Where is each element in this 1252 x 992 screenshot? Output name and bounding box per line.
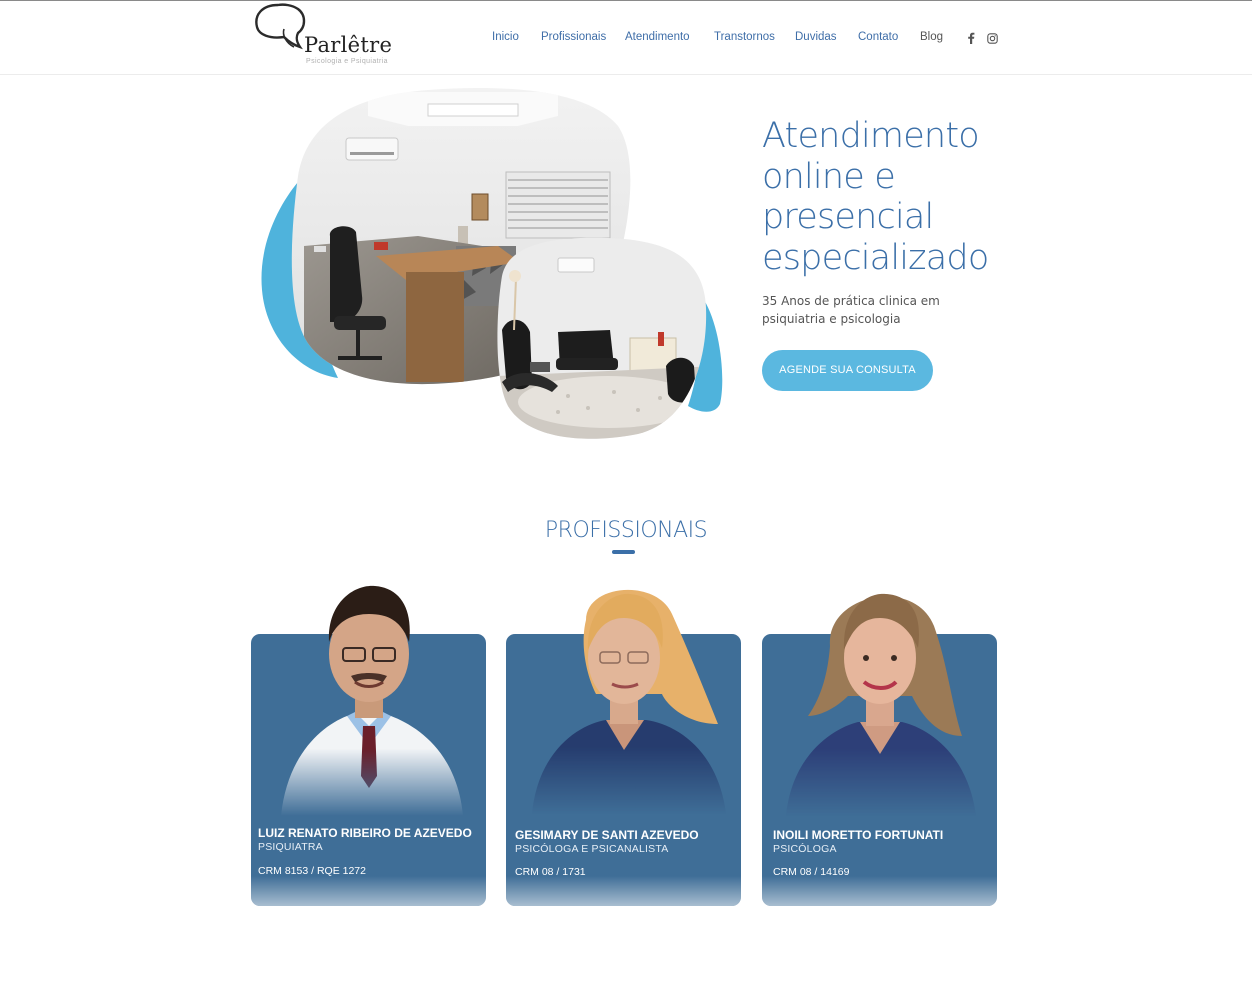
nav-item-profissionais[interactable]: Profissionais xyxy=(541,31,606,43)
portrait-inoili xyxy=(786,593,976,816)
professional-role: PSICÓLOGA xyxy=(773,843,837,855)
facebook-icon[interactable] xyxy=(964,31,978,45)
professional-role: PSIQUIATRA xyxy=(258,841,323,853)
card-bottom-fade xyxy=(762,876,997,906)
nav-item-blog[interactable]: Blog xyxy=(920,31,943,43)
nav-item-transtornos[interactable]: Transtornos xyxy=(714,31,775,43)
nav-item-inicio[interactable]: Inicio xyxy=(492,31,519,43)
professional-card-inoili[interactable]: INOILI MORETTO FORTUNATI PSICÓLOGA CRM 0… xyxy=(762,593,997,906)
section-title-underline xyxy=(612,550,635,554)
nav-item-atendimento[interactable]: Atendimento xyxy=(625,31,690,43)
schedule-consultation-button[interactable]: AGENDE SUA CONSULTA xyxy=(762,350,933,391)
professional-card-gesimary[interactable]: GESIMARY DE SANTI AZEVEDO PSICÓLOGA E PS… xyxy=(506,589,741,906)
brand-tagline: Psicologia e Psiquiatria xyxy=(306,58,388,65)
clinic-photo-collage xyxy=(261,87,723,439)
professional-name: INOILI MORETTO FORTUNATI xyxy=(773,828,944,842)
professional-name: LUIZ RENATO RIBEIRO DE AZEVEDO xyxy=(258,826,472,840)
hero-title-line-2: online e xyxy=(762,156,896,197)
card-bottom-fade xyxy=(251,876,486,906)
hero-title: Atendimento online e presencial especial… xyxy=(762,116,1022,278)
nav-item-duvidas[interactable]: Duvidas xyxy=(795,31,837,43)
nav-item-contato[interactable]: Contato xyxy=(858,31,898,43)
professional-role: PSICÓLOGA E PSICANALISTA xyxy=(515,843,669,855)
professional-card-luiz[interactable]: LUIZ RENATO RIBEIRO DE AZEVEDO PSIQUIATR… xyxy=(251,585,486,906)
section-title-professionals: PROFISSIONAIS xyxy=(544,518,708,543)
portrait-luiz xyxy=(281,585,463,816)
hero-title-line-4: especializado xyxy=(762,237,989,278)
card-bottom-fade xyxy=(506,876,741,906)
site-header: Parlêtre Psicologia e Psiquiatria Inicio… xyxy=(0,1,1252,75)
brand-name[interactable]: Parlêtre xyxy=(304,33,392,57)
hero-title-line-3: presencial xyxy=(762,197,934,237)
portrait-gesimary xyxy=(532,589,726,814)
professional-name: GESIMARY DE SANTI AZEVEDO xyxy=(515,828,699,842)
hero-title-line-1: Atendimento xyxy=(762,116,980,156)
instagram-icon[interactable] xyxy=(985,31,999,45)
hero-subtitle: 35 Anos de prática clinica em psiquiatri… xyxy=(762,294,940,326)
